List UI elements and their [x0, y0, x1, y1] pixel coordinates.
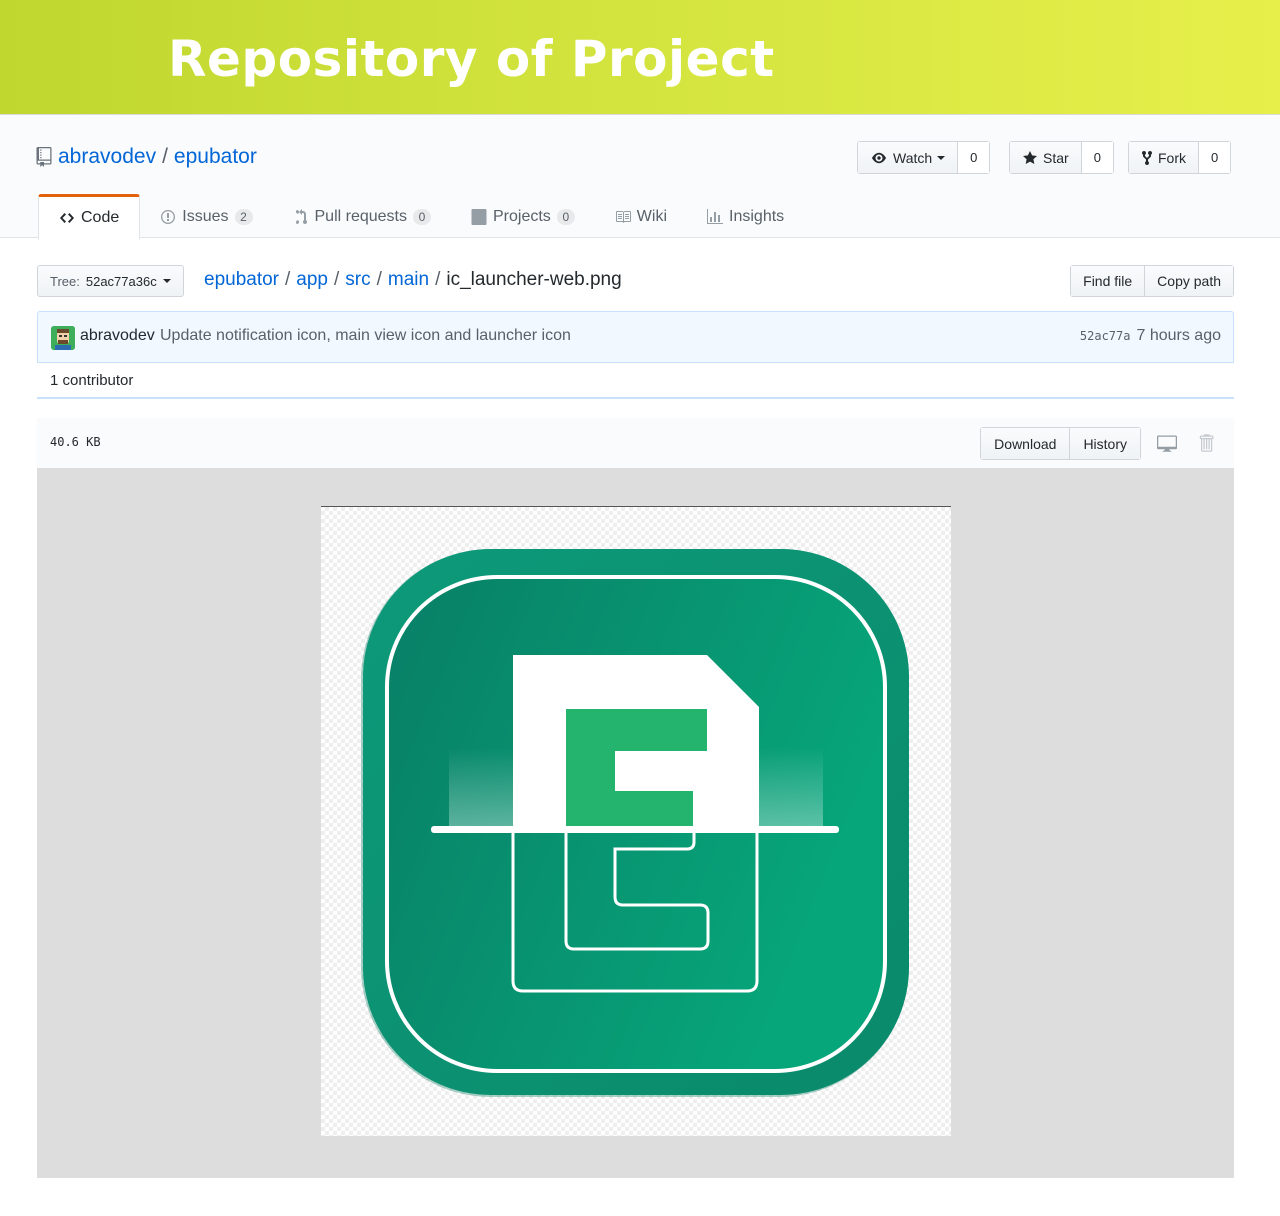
- fork-label: Fork: [1158, 149, 1186, 166]
- breadcrumb-separator: /: [376, 269, 382, 290]
- file-size: 40.6 KB: [50, 435, 101, 449]
- breadcrumb-epubator[interactable]: epubator: [204, 269, 279, 291]
- repo-separator: /: [162, 145, 168, 168]
- watch-count[interactable]: 0: [958, 142, 990, 173]
- trash-icon[interactable]: [1196, 433, 1216, 453]
- copy-path-button[interactable]: Copy path: [1144, 266, 1233, 296]
- commit-message[interactable]: Update notification icon, main view icon…: [160, 327, 571, 345]
- branch-select-button[interactable]: Tree: 52ac77a36c: [37, 265, 184, 297]
- branch-value: 52ac77a36c: [85, 273, 157, 289]
- chevron-down-icon: [937, 155, 946, 160]
- avatar[interactable]: [51, 326, 75, 350]
- image-preview: [37, 468, 1234, 1178]
- download-button[interactable]: Download: [981, 428, 1070, 459]
- fork-button[interactable]: Fork: [1129, 142, 1199, 173]
- projects-count-badge: 0: [556, 209, 575, 225]
- branch-label: Tree:: [50, 273, 80, 289]
- breadcrumb-separator: /: [285, 269, 291, 290]
- pull-request-icon: [295, 209, 307, 224]
- fork-group: Fork 0: [1128, 141, 1232, 174]
- repo-icon: [36, 147, 52, 167]
- star-button[interactable]: Star: [1010, 142, 1082, 173]
- repo-owner-link[interactable]: abravodev: [58, 145, 156, 169]
- fork-icon: [1142, 150, 1152, 165]
- commit-tease: abravodev Update notification icon, main…: [37, 311, 1234, 363]
- app-launcher-icon: [361, 549, 909, 1097]
- page-banner: Repository of Project: [0, 0, 1280, 114]
- find-file-button[interactable]: Find file: [1071, 266, 1145, 296]
- code-icon: [60, 213, 74, 223]
- tab-projects[interactable]: Projects 0: [451, 194, 595, 240]
- file-header: 40.6 KB Download History: [37, 418, 1234, 468]
- breadcrumb-separator: /: [334, 269, 340, 290]
- repo-name-link[interactable]: epubator: [174, 145, 257, 169]
- repo-tabs: Code Issues 2 Pull requests 0 Projects 0…: [38, 194, 804, 240]
- issues-count-badge: 2: [234, 209, 253, 225]
- tab-insights[interactable]: Insights: [687, 194, 804, 240]
- breadcrumb-main[interactable]: main: [388, 269, 429, 291]
- image-frame: [321, 506, 951, 1136]
- fork-count[interactable]: 0: [1199, 142, 1231, 173]
- breadcrumb-app[interactable]: app: [296, 269, 328, 291]
- star-label: Star: [1043, 149, 1069, 166]
- history-button[interactable]: History: [1069, 428, 1140, 459]
- breadcrumb-separator: /: [435, 269, 441, 290]
- file-action-group: Find file Copy path: [1070, 265, 1234, 297]
- contributors-count[interactable]: 1 contributor: [50, 372, 133, 389]
- tab-code[interactable]: Code: [38, 194, 141, 240]
- tab-insights-label: Insights: [729, 208, 785, 225]
- eye-icon: [872, 152, 886, 163]
- commit-author[interactable]: abravodev: [80, 327, 155, 345]
- pull-requests-count-badge: 0: [413, 209, 431, 225]
- commit-time: 7 hours ago: [1136, 327, 1221, 344]
- tab-pull-requests[interactable]: Pull requests 0: [273, 194, 452, 240]
- watch-group: Watch 0: [857, 141, 991, 174]
- tab-wiki-label: Wiki: [636, 208, 668, 225]
- desktop-icon[interactable]: [1157, 433, 1177, 453]
- book-icon: [615, 211, 631, 223]
- contributors-summary: 1 contributor: [37, 363, 1234, 399]
- watch-button[interactable]: Watch: [858, 142, 959, 173]
- tab-code-label: Code: [81, 209, 120, 226]
- chevron-down-icon: [162, 279, 171, 283]
- avatar-image: [51, 326, 75, 350]
- breadcrumb-src[interactable]: src: [345, 269, 370, 291]
- banner-title: Repository of Project: [168, 30, 775, 88]
- commit-sha[interactable]: 52ac77a: [1080, 329, 1131, 343]
- star-count[interactable]: 0: [1081, 142, 1113, 173]
- graph-icon: [707, 209, 724, 224]
- tab-pull-requests-label: Pull requests: [314, 208, 408, 225]
- repo-title: abravodev / epubator: [36, 145, 257, 169]
- tab-issues[interactable]: Issues 2: [140, 194, 272, 240]
- tab-issues-label: Issues: [182, 208, 229, 225]
- tab-projects-label: Projects: [493, 208, 551, 225]
- star-icon: [1023, 150, 1037, 164]
- issue-icon: [161, 210, 176, 224]
- breadcrumb-file: ic_launcher-web.png: [446, 269, 622, 290]
- breadcrumb: epubator / app / src / main / ic_launche…: [204, 269, 622, 291]
- file-button-group: Download History: [980, 427, 1141, 460]
- commit-meta: 52ac77a 7 hours ago: [1080, 327, 1221, 345]
- repo-header: abravodev / epubator Watch 0 Star 0 Fork…: [0, 114, 1280, 240]
- project-icon: [471, 209, 487, 225]
- tab-wiki[interactable]: Wiki: [595, 194, 687, 240]
- watch-label: Watch: [893, 149, 933, 166]
- file-navigation: Tree: 52ac77a36c epubator / app / src / …: [37, 265, 1234, 297]
- star-group: Star 0: [1009, 141, 1114, 174]
